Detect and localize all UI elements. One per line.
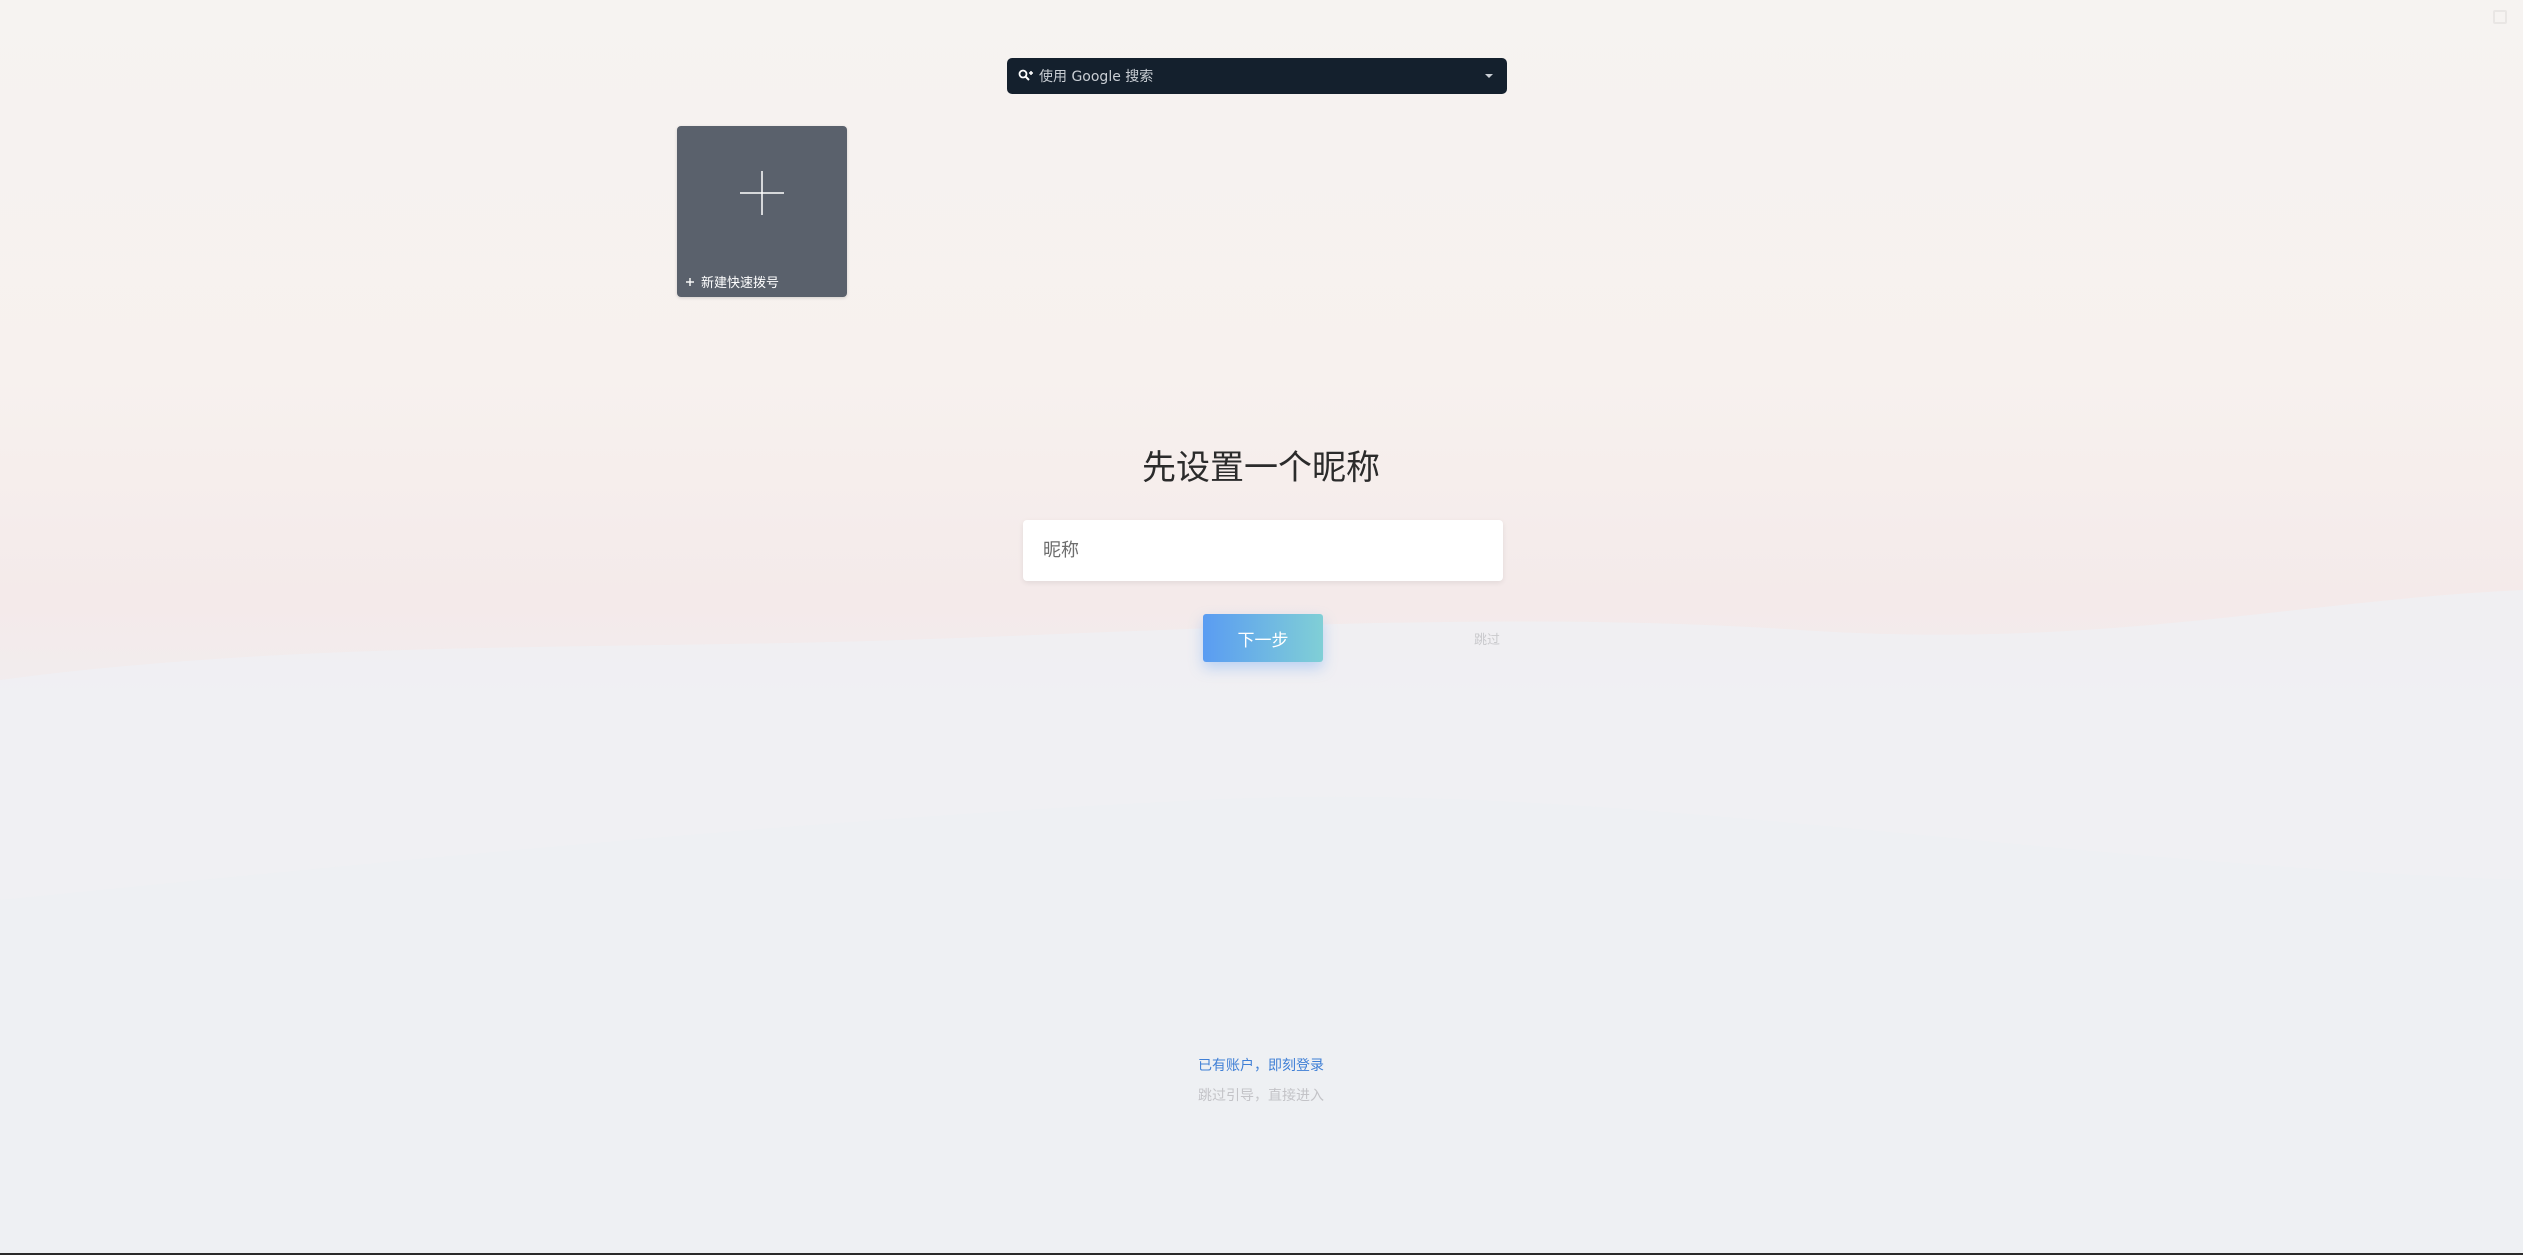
new-speed-dial-tile[interactable]: 新建快速拨号 <box>677 126 847 297</box>
skip-guide-link[interactable]: 跳过引导，直接进入 <box>1011 1085 1511 1105</box>
tile-footer: 新建快速拨号 <box>685 272 779 291</box>
next-button[interactable]: 下一步 <box>1203 614 1323 662</box>
search-key-icon <box>1017 67 1035 85</box>
plus-small-icon <box>686 277 694 286</box>
search-placeholder: 使用 Google 搜索 <box>1039 69 1154 85</box>
corner-window-icon[interactable] <box>2493 10 2507 24</box>
plus-icon <box>740 171 784 215</box>
nickname-input[interactable] <box>1023 520 1503 581</box>
page-title: 先设置一个昵称 <box>1142 448 1380 488</box>
skip-link[interactable]: 跳过 <box>1474 629 1500 648</box>
login-link[interactable]: 已有账户，即刻登录 <box>1011 1055 1511 1075</box>
search-bar[interactable]: 使用 Google 搜索 <box>1007 58 1507 94</box>
chevron-down-icon[interactable] <box>1481 68 1497 84</box>
tile-label: 新建快速拨号 <box>701 276 780 291</box>
